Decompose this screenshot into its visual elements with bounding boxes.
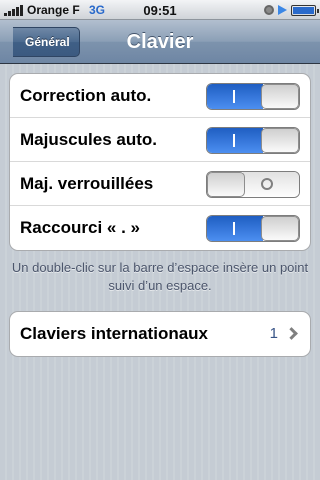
caps-lock-toggle[interactable]: [206, 171, 300, 198]
settings-row-autocorrect: Correction auto.: [10, 74, 310, 118]
row-label: Majuscules auto.: [20, 130, 157, 149]
period-shortcut-toggle[interactable]: [206, 215, 300, 242]
settings-row-caps-lock: Maj. verrouillées: [10, 162, 310, 206]
chevron-right-icon: [285, 327, 298, 340]
keyboard-count: 1: [269, 325, 278, 342]
row-label: Claviers internationaux: [20, 324, 209, 343]
international-keyboards-row[interactable]: Claviers internationaux 1: [10, 312, 310, 356]
international-keyboards-group: Claviers internationaux 1: [9, 311, 311, 357]
autocorrect-toggle[interactable]: [206, 83, 300, 110]
autocapitalize-toggle[interactable]: [206, 127, 300, 154]
page-title: Clavier: [126, 31, 194, 53]
back-button[interactable]: Général: [13, 27, 80, 57]
battery-icon: [291, 4, 319, 16]
status-bar: Orange F 3G 09:51: [0, 0, 320, 20]
row-label: Maj. verrouillées: [20, 174, 154, 193]
back-button-label: Général: [25, 35, 70, 49]
settings-row-period-shortcut: Raccourci « . »: [10, 206, 310, 250]
row-label: Correction auto.: [20, 86, 152, 105]
row-label: Raccourci « . »: [20, 218, 141, 237]
settings-row-autocapitalize: Majuscules auto.: [10, 118, 310, 162]
keyboard-settings-group: Correction auto. Majuscules auto. Maj. v…: [9, 73, 311, 251]
play-icon: [278, 5, 287, 15]
navigation-bar: Général Clavier: [0, 20, 320, 64]
lock-icon: [264, 5, 274, 15]
shortcut-footer-note: Un double-clic sur la barre d’espace ins…: [11, 260, 309, 293]
